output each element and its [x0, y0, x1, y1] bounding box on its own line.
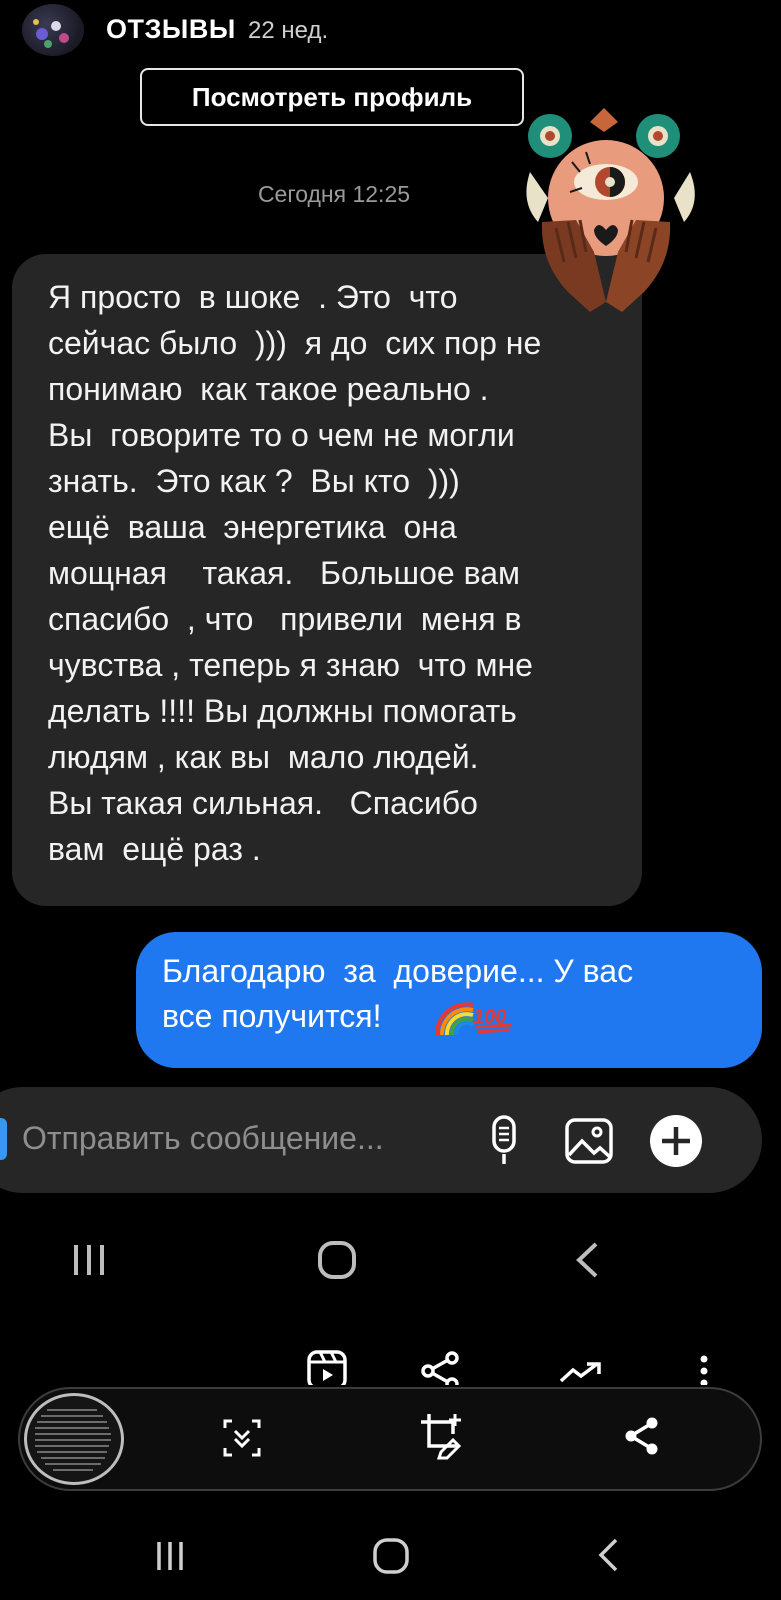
outgoing-message[interactable]: Благодарю за доверие... У вас все получи… [136, 932, 762, 1068]
trending-icon[interactable] [559, 1361, 603, 1383]
share-icon[interactable] [624, 1416, 660, 1456]
reels-icon[interactable] [306, 1349, 348, 1385]
message-line: чувства , теперь я знаю что мне [48, 647, 533, 683]
message-line: Вы такая сильная. Спасибо [48, 785, 478, 821]
home-icon[interactable] [317, 1240, 357, 1280]
message-line: людям , как вы мало людей. [48, 739, 479, 775]
share-icon[interactable] [420, 1351, 462, 1385]
incoming-message[interactable]: Я просто в шоке . Это что сейчас было ))… [12, 254, 642, 906]
message-line: ещё ваша энергетика она [48, 509, 457, 545]
message-line: Я просто в шоке . Это что [48, 279, 458, 315]
camera-button-edge[interactable] [0, 1118, 7, 1160]
recents-icon[interactable] [155, 1540, 185, 1572]
rainbow-hundred-emoji: 100 [434, 1002, 512, 1036]
message-line: делать !!!! Вы должны помогать [48, 693, 517, 729]
message-line: понимаю как такое реально . [48, 371, 489, 407]
recents-icon[interactable] [72, 1243, 106, 1277]
add-icon[interactable] [649, 1114, 703, 1168]
back-icon[interactable] [596, 1537, 620, 1573]
view-profile-button[interactable]: Посмотреть профиль [140, 68, 524, 126]
message-line: Вы говорите то о чем не могли [48, 417, 515, 453]
chat-title[interactable]: ОТЗЫВЫ [106, 14, 236, 45]
gallery-icon[interactable] [564, 1117, 614, 1165]
flower-icon [636, 114, 680, 158]
message-line: спасибо , что привели меня в [48, 601, 522, 637]
chat-time: 22 нед. [248, 17, 329, 44]
scroll-capture-icon[interactable] [222, 1418, 262, 1458]
microphone-icon[interactable] [486, 1114, 522, 1168]
home-icon[interactable] [372, 1537, 410, 1575]
message-line: знать. Это как ? Вы кто ))) [48, 463, 460, 499]
back-icon[interactable] [574, 1241, 600, 1279]
hands-sticker [526, 108, 695, 312]
message-line: вам ещё раз . [48, 831, 261, 867]
message-line: Благодарю за доверие... У вас [162, 953, 634, 989]
message-line: все получится! [162, 998, 382, 1034]
more-icon[interactable] [700, 1355, 708, 1385]
screenshot-thumbnail[interactable] [24, 1393, 124, 1485]
message-line: сейчас было ))) я до сих пор не [48, 325, 542, 361]
flower-icon [528, 114, 572, 158]
message-line: мощная такая. Большое вам [48, 555, 520, 591]
message-input[interactable] [22, 1120, 462, 1157]
avatar[interactable] [22, 4, 84, 56]
crop-edit-icon[interactable] [419, 1412, 467, 1460]
